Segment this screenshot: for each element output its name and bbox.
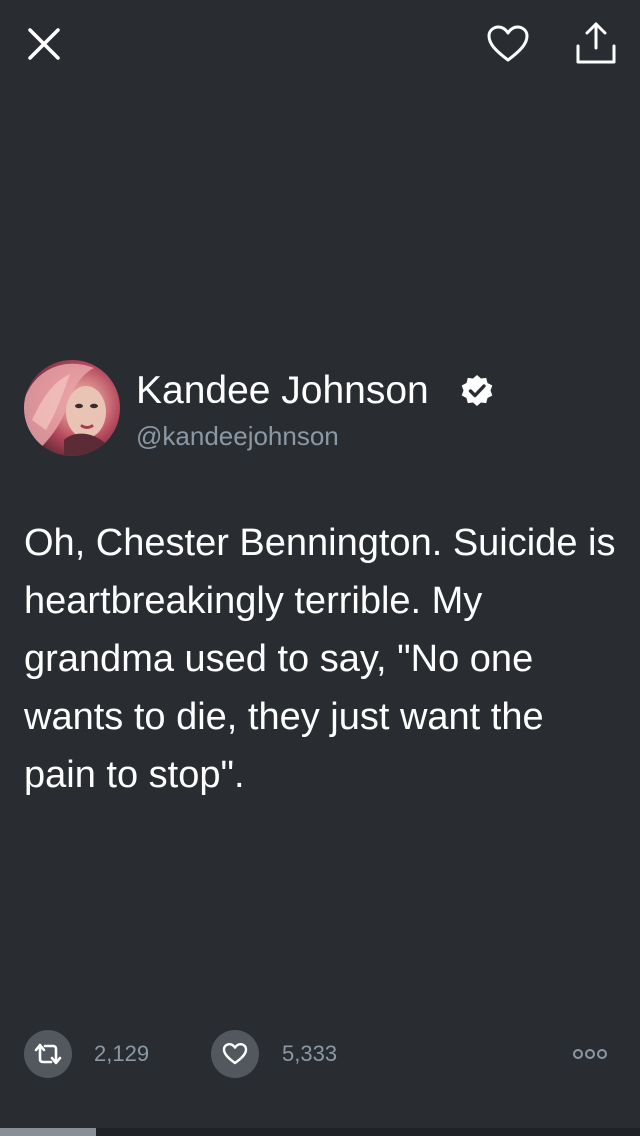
avatar[interactable] [24,360,120,456]
top-bar [0,0,640,90]
retweet-icon [34,1043,62,1065]
progress-bar [0,1128,640,1136]
share-button[interactable] [572,18,620,68]
share-icon [576,22,616,64]
like-count[interactable]: 5,333 [282,1040,337,1068]
avatar-image [24,363,106,456]
verified-badge-icon [461,375,493,406]
like-button-top[interactable] [484,20,532,68]
heart-outline-icon [487,25,529,62]
retweet-count[interactable]: 2,129 [94,1040,149,1068]
author-name[interactable]: Kandee Johnson [136,368,429,414]
retweet-button[interactable] [24,1030,72,1078]
tweet-actions: 2,129 5,333 [0,1028,640,1084]
tweet-text: Oh, Chester Bennington. Suicide is heart… [24,522,616,796]
progress-fill [0,1128,96,1136]
tweet-author: Kandee Johnson @kandeejohnson [24,360,616,460]
like-button[interactable] [211,1030,259,1078]
more-button[interactable] [568,1042,612,1066]
author-handle[interactable]: @kandeejohnson [136,420,339,452]
more-icon [573,1049,607,1059]
heart-outline-icon [222,1043,248,1065]
close-button[interactable] [20,20,68,68]
close-icon [28,28,60,60]
